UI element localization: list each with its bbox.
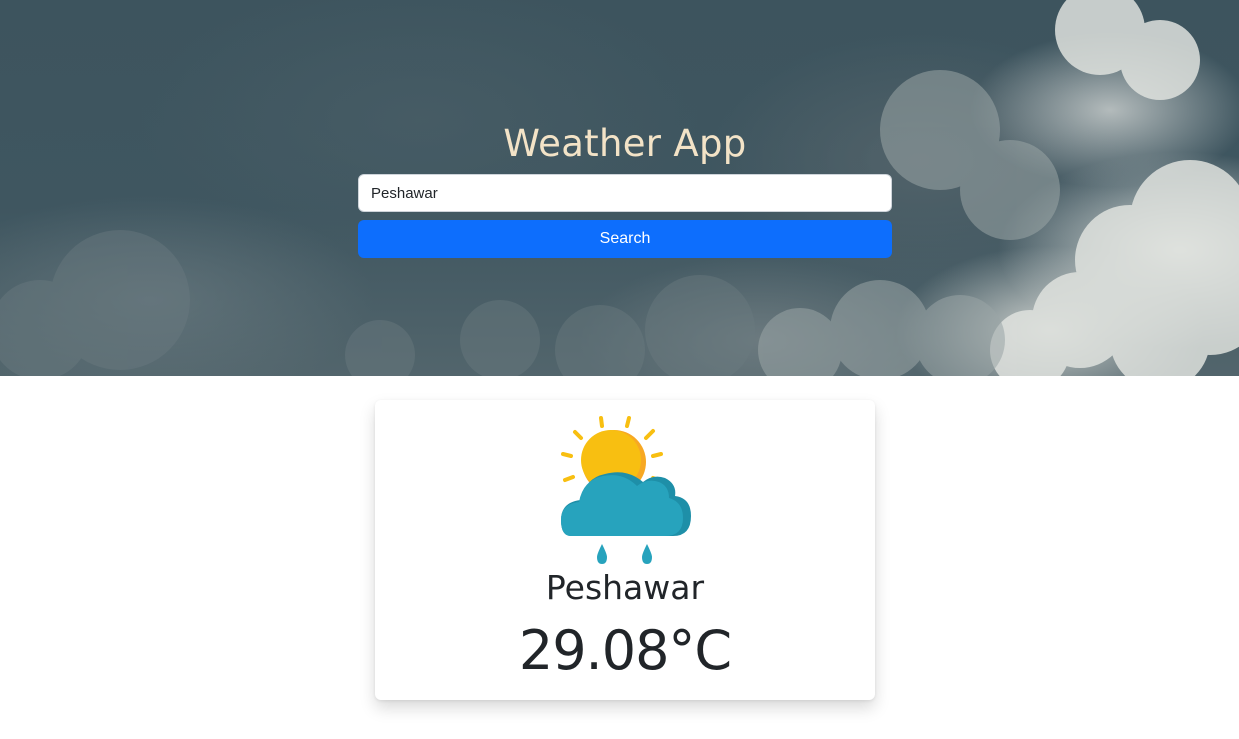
app-title: Weather App [503, 122, 747, 165]
city-search-input[interactable] [358, 174, 892, 212]
search-button[interactable]: Search [358, 220, 892, 258]
city-name: Peshawar [545, 568, 705, 607]
search-panel: Weather App Search [358, 118, 892, 258]
temperature-value: 29.08°C [518, 619, 732, 682]
weather-card: Peshawar 29.08°C [375, 400, 875, 700]
sun-cloud-rain-icon [561, 416, 691, 564]
hero-banner: Weather App Search [0, 0, 1239, 376]
